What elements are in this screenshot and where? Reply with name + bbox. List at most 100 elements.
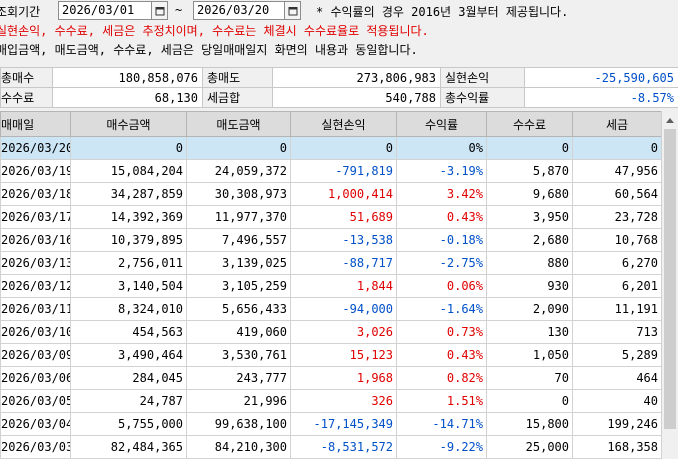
cell-trade-date: 2026/03/16 — [1, 229, 71, 252]
table-row[interactable]: 2026/03/1610,379,8957,496,557-13,538-0.1… — [1, 229, 662, 252]
table-row[interactable]: 2026/03/0382,484,36584,210,300-8,531,572… — [1, 436, 662, 459]
scroll-up-button[interactable] — [662, 111, 678, 128]
cell-return-rate: -2.75% — [397, 252, 487, 275]
table-row[interactable]: 2026/03/1915,084,20424,059,372-791,819-3… — [1, 160, 662, 183]
cell-realized-pnl: 15,123 — [291, 344, 397, 367]
cell-return-rate: 0.06% — [397, 275, 487, 298]
cell-return-rate: 0.43% — [397, 206, 487, 229]
cell-fee: 130 — [487, 321, 573, 344]
header-fee[interactable]: 수수료 — [487, 112, 573, 137]
cell-buy-amount: 15,084,204 — [71, 160, 187, 183]
cell-tax: 0 — [573, 137, 662, 160]
start-date-input[interactable]: 2026/03/01 — [58, 1, 168, 20]
start-date-value: 2026/03/01 — [62, 3, 134, 17]
fee-label: 수수료 — [1, 88, 53, 108]
cell-realized-pnl: 1,000,414 — [291, 183, 397, 206]
cell-trade-date: 2026/03/19 — [1, 160, 71, 183]
cell-buy-amount: 34,287,859 — [71, 183, 187, 206]
header-tax[interactable]: 세금 — [573, 112, 662, 137]
table-row[interactable]: 2026/03/0524,78721,9963261.51%040 — [1, 390, 662, 413]
total-return-label: 총수익률 — [441, 88, 525, 108]
cell-buy-amount: 3,490,464 — [71, 344, 187, 367]
cell-tax: 40 — [573, 390, 662, 413]
cell-sell-amount: 5,656,433 — [187, 298, 291, 321]
scroll-up-arrow-icon — [666, 117, 674, 123]
cell-trade-date: 2026/03/20 — [1, 137, 71, 160]
cell-sell-amount: 24,059,372 — [187, 160, 291, 183]
cell-return-rate: 0.43% — [397, 344, 487, 367]
cell-fee: 9,680 — [487, 183, 573, 206]
summary-table: 총매수 180,858,076 총매도 273,806,983 실현손익 -25… — [0, 67, 678, 108]
table-row[interactable]: 2026/03/10454,563419,0603,0260.73%130713 — [1, 321, 662, 344]
cell-tax: 168,358 — [573, 436, 662, 459]
header-buy-amount[interactable]: 매수금액 — [71, 112, 187, 137]
cell-return-rate: -3.19% — [397, 160, 487, 183]
calendar-icon — [155, 6, 165, 16]
cell-realized-pnl: -8,531,572 — [291, 436, 397, 459]
cell-buy-amount: 454,563 — [71, 321, 187, 344]
cell-realized-pnl: 0 — [291, 137, 397, 160]
cell-tax: 6,270 — [573, 252, 662, 275]
table-row[interactable]: 2026/03/132,756,0113,139,025-88,717-2.75… — [1, 252, 662, 275]
header-return-rate[interactable]: 수익률 — [397, 112, 487, 137]
cell-return-rate: 1.51% — [397, 390, 487, 413]
return-rate-note: * 수익률의 경우 2016년 3월부터 제공됩니다. — [316, 3, 568, 20]
cell-tax: 23,728 — [573, 206, 662, 229]
end-date-calendar-button[interactable] — [284, 2, 300, 19]
cell-fee: 3,950 — [487, 206, 573, 229]
cell-return-rate: 0.73% — [397, 321, 487, 344]
cell-sell-amount: 11,977,370 — [187, 206, 291, 229]
cell-buy-amount: 5,755,000 — [71, 413, 187, 436]
cell-buy-amount: 8,324,010 — [71, 298, 187, 321]
cell-return-rate: -1.64% — [397, 298, 487, 321]
cell-buy-amount: 3,140,504 — [71, 275, 187, 298]
cell-return-rate: 0% — [397, 137, 487, 160]
table-row[interactable]: 2026/03/118,324,0105,656,433-94,000-1.64… — [1, 298, 662, 321]
cell-tax: 199,246 — [573, 413, 662, 436]
header-realized-pnl[interactable]: 실현손익 — [291, 112, 397, 137]
cell-realized-pnl: -17,145,349 — [291, 413, 397, 436]
start-date-calendar-button[interactable] — [151, 2, 167, 19]
cell-fee: 5,870 — [487, 160, 573, 183]
cell-fee: 0 — [487, 390, 573, 413]
header-sell-amount[interactable]: 매도금액 — [187, 112, 291, 137]
table-row[interactable]: 2026/03/1714,392,36911,977,37051,6890.43… — [1, 206, 662, 229]
cell-fee: 70 — [487, 367, 573, 390]
cell-trade-date: 2026/03/13 — [1, 252, 71, 275]
cell-tax: 47,956 — [573, 160, 662, 183]
cell-return-rate: -9.22% — [397, 436, 487, 459]
cell-realized-pnl: -88,717 — [291, 252, 397, 275]
header-trade-date[interactable]: 매매일 — [1, 112, 71, 137]
cell-return-rate: 3.42% — [397, 183, 487, 206]
table-row[interactable]: 2026/03/200000%00 — [1, 137, 662, 160]
table-row[interactable]: 2026/03/06284,045243,7771,9680.82%70464 — [1, 367, 662, 390]
cell-trade-date: 2026/03/18 — [1, 183, 71, 206]
cell-return-rate: 0.82% — [397, 367, 487, 390]
cell-trade-date: 2026/03/05 — [1, 390, 71, 413]
cell-buy-amount: 82,484,365 — [71, 436, 187, 459]
table-row[interactable]: 2026/03/093,490,4643,530,76115,1230.43%1… — [1, 344, 662, 367]
cell-trade-date: 2026/03/09 — [1, 344, 71, 367]
vertical-scrollbar[interactable] — [661, 111, 678, 434]
estimate-notice: 실현손익, 수수료, 세금은 추정치이며, 수수료는 체결시 수수료율로 적용됩… — [0, 22, 429, 40]
scrollbar-thumb[interactable] — [664, 129, 676, 429]
total-buy-value: 180,858,076 — [53, 68, 203, 88]
cell-fee: 930 — [487, 275, 573, 298]
end-date-input[interactable]: 2026/03/20 — [193, 1, 301, 20]
cell-realized-pnl: 1,968 — [291, 367, 397, 390]
table-row[interactable]: 2026/03/123,140,5043,105,2591,8440.06%93… — [1, 275, 662, 298]
period-label: 조회기간 — [0, 3, 40, 20]
realized-pnl-label: 실현손익 — [441, 68, 525, 88]
cell-realized-pnl: -13,538 — [291, 229, 397, 252]
total-buy-label: 총매수 — [1, 68, 53, 88]
cell-fee: 0 — [487, 137, 573, 160]
table-row[interactable]: 2026/03/045,755,00099,638,100-17,145,349… — [1, 413, 662, 436]
total-sell-label: 총매도 — [203, 68, 273, 88]
table-row[interactable]: 2026/03/1834,287,85930,308,9731,000,4143… — [1, 183, 662, 206]
cell-fee: 2,680 — [487, 229, 573, 252]
cell-trade-date: 2026/03/03 — [1, 436, 71, 459]
cell-buy-amount: 14,392,369 — [71, 206, 187, 229]
cell-sell-amount: 30,308,973 — [187, 183, 291, 206]
cell-tax: 11,191 — [573, 298, 662, 321]
cell-buy-amount: 284,045 — [71, 367, 187, 390]
